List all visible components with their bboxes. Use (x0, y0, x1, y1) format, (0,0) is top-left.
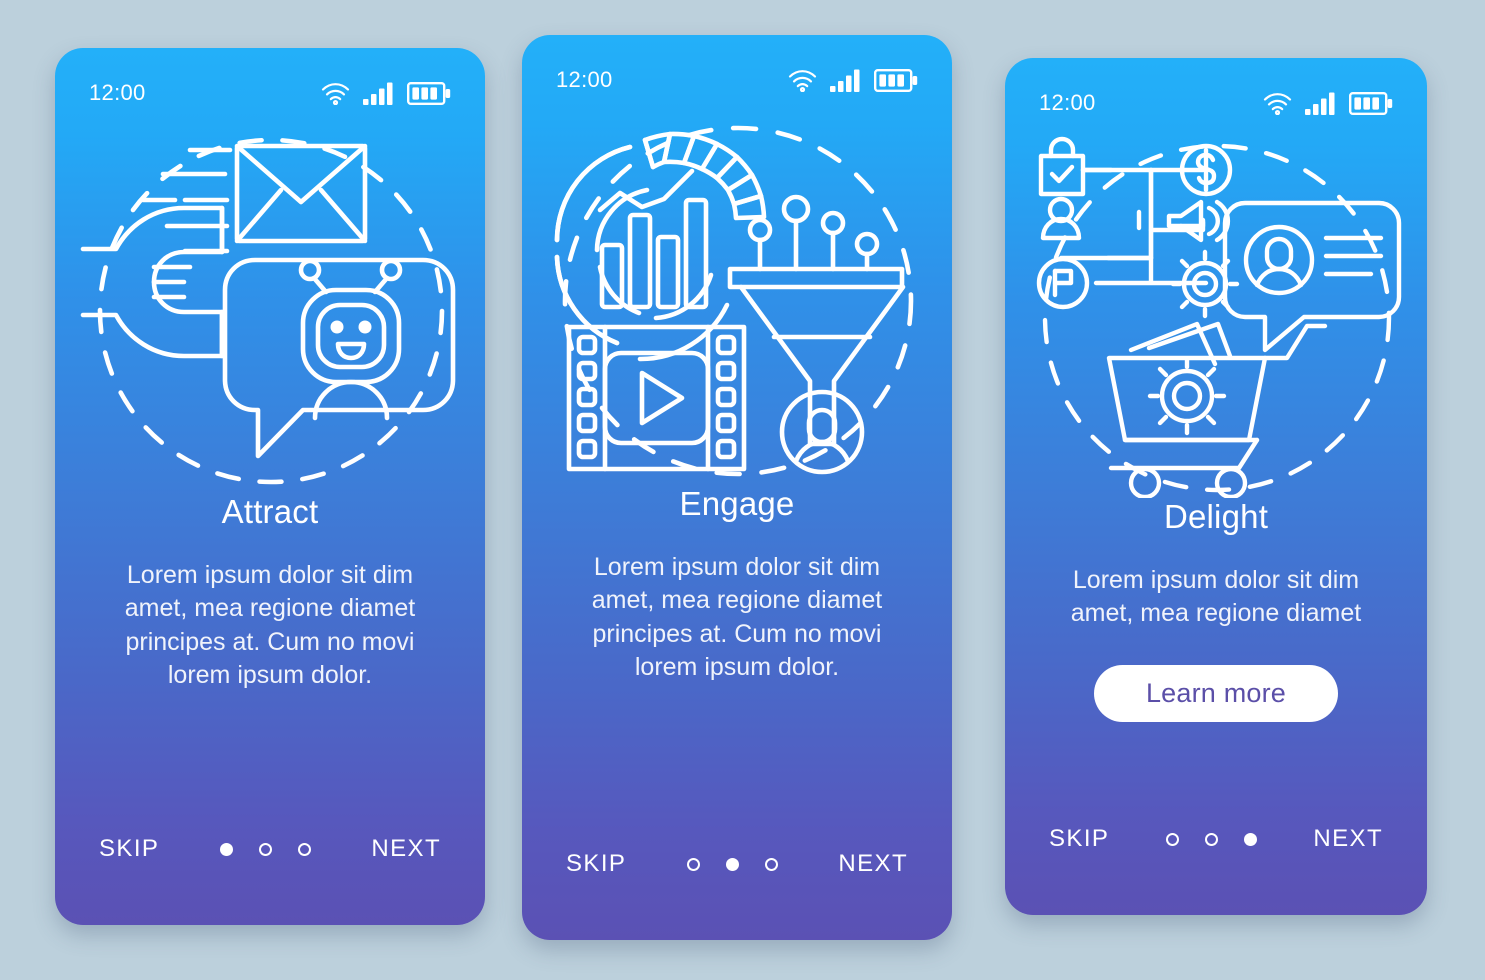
battery-icon (407, 81, 451, 105)
pagination-dot-1[interactable] (686, 857, 700, 871)
pagination-dots (686, 857, 778, 871)
chatbot-speech-bubble-icon (222, 257, 456, 459)
status-bar: 12:00 (1005, 58, 1427, 120)
skip-button[interactable]: SKIP (99, 835, 159, 863)
pagination-dots (219, 842, 311, 856)
pagination-dots (1165, 832, 1257, 846)
delight-illustration (1005, 120, 1427, 498)
next-button[interactable]: NEXT (371, 835, 441, 863)
wifi-icon (788, 69, 817, 92)
flag-badge-icon (1036, 256, 1090, 310)
megaphone-icon (1166, 199, 1231, 243)
attract-text-block: Attract Lorem ipsum dolor sit dim amet, … (55, 493, 485, 835)
bottom-navigation: SKIP NEXT (1005, 825, 1427, 915)
learn-more-button[interactable]: Learn more (1093, 664, 1339, 722)
onboarding-screens-stage: 12:00 Attract Lorem ipsum dolor sit dim … (0, 0, 1485, 980)
pagination-dot-2[interactable] (1204, 832, 1218, 846)
status-clock: 12:00 (1039, 90, 1096, 115)
onboarding-screen-attract: 12:00 Attract Lorem ipsum dolor sit dim … (55, 48, 485, 925)
page-title: Engage (679, 485, 795, 522)
page-title: Attract (221, 493, 319, 530)
status-clock: 12:00 (89, 80, 146, 105)
dashed-circle (97, 137, 445, 485)
status-bar: 12:00 (55, 48, 485, 110)
status-icon-group (788, 68, 918, 92)
wifi-icon (321, 82, 350, 105)
pagination-dot-1[interactable] (219, 842, 233, 856)
pagination-dot-3[interactable] (297, 842, 311, 856)
status-clock: 12:00 (556, 67, 613, 92)
attract-illustration (55, 110, 485, 493)
pagination-dot-3[interactable] (1243, 832, 1257, 846)
cellular-signal-icon (1305, 92, 1336, 115)
skip-button[interactable]: SKIP (566, 850, 626, 878)
cellular-signal-icon (363, 82, 394, 105)
wifi-icon (1263, 92, 1292, 115)
cellular-signal-icon (830, 69, 861, 92)
skip-button[interactable]: SKIP (1049, 825, 1109, 853)
engage-illustration (522, 97, 952, 485)
pagination-dot-2[interactable] (725, 857, 739, 871)
page-description: Lorem ipsum dolor sit dim amet, mea regi… (124, 561, 416, 689)
onboarding-screen-engage: 12:00 Engage Lorem ipsum dolor sit dim a… (522, 35, 952, 940)
speed-lines (140, 147, 233, 254)
pagination-dot-1[interactable] (1165, 832, 1179, 846)
delight-text-block: Delight Lorem ipsum dolor sit dim amet, … (1005, 498, 1427, 825)
onboarding-screen-delight: 12:00 Delight Lorem ipsum dolor sit dim … (1005, 58, 1427, 915)
envelope-icon (234, 143, 368, 244)
bottom-navigation: SKIP NEXT (55, 835, 485, 925)
user-icon (1040, 196, 1082, 241)
page-description: Lorem ipsum dolor sit dim amet, mea regi… (1070, 566, 1362, 628)
next-button[interactable]: NEXT (1313, 825, 1383, 853)
status-icon-group (1263, 91, 1393, 115)
pagination-dot-3[interactable] (764, 857, 778, 871)
battery-icon (874, 68, 918, 92)
status-bar: 12:00 (522, 35, 952, 97)
pagination-dot-2[interactable] (258, 842, 272, 856)
bottom-navigation: SKIP NEXT (522, 850, 952, 940)
page-title: Delight (1163, 498, 1269, 535)
status-icon-group (321, 81, 451, 105)
engage-text-block: Engage Lorem ipsum dolor sit dim amet, m… (522, 485, 952, 850)
shopping-bag-check-icon (1038, 136, 1086, 197)
page-description: Lorem ipsum dolor sit dim amet, mea regi… (591, 553, 883, 681)
battery-icon (1349, 91, 1393, 115)
next-button[interactable]: NEXT (838, 850, 908, 878)
